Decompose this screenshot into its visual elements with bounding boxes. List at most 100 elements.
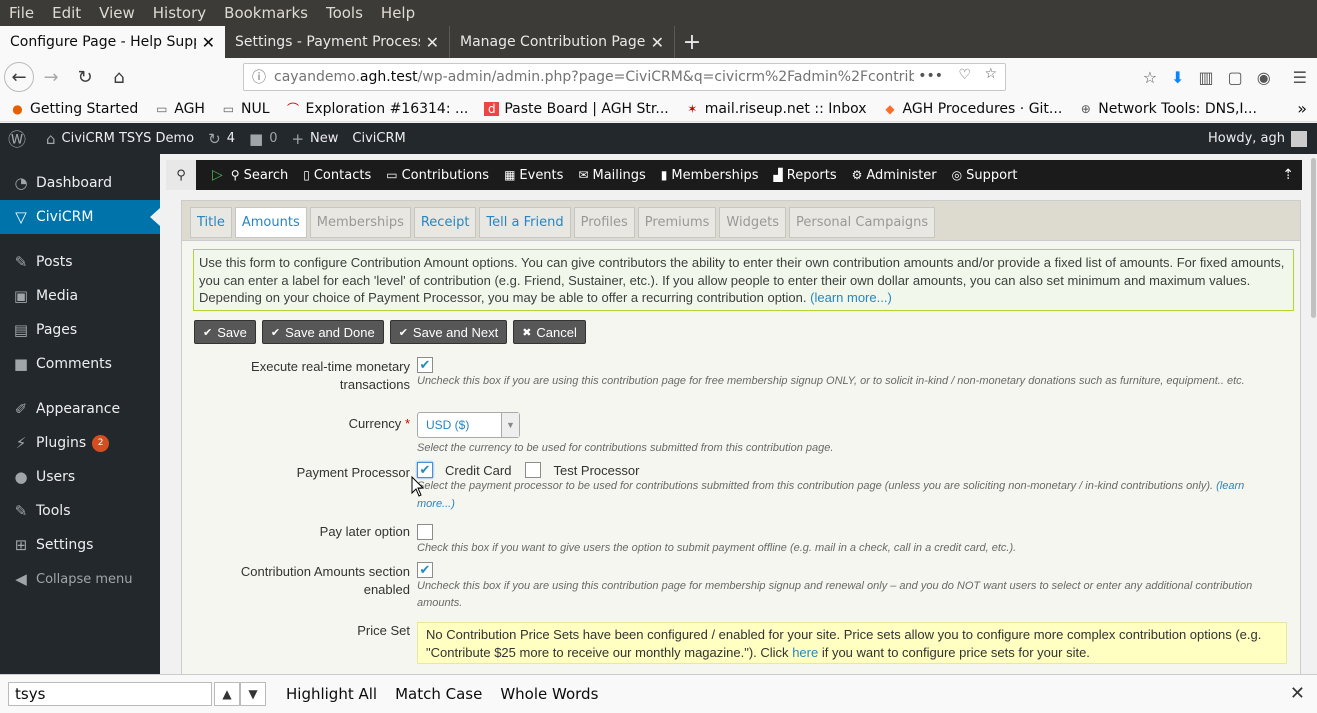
save-button[interactable]: ✔ Save xyxy=(194,320,256,344)
scrollbar-thumb[interactable] xyxy=(1311,158,1316,318)
bookmark-network-tools[interactable]: ⊕ Network Tools: DNS,I... xyxy=(1078,101,1257,117)
amounts-checkbox[interactable]: ✔ xyxy=(417,561,433,578)
reload-icon[interactable]: ↻ xyxy=(68,62,102,92)
nav-contacts[interactable]: ▯ Contacts xyxy=(303,168,371,183)
library-icon[interactable]: ▥ xyxy=(1198,68,1213,87)
civicrm-link[interactable]: CiviCRM xyxy=(352,131,405,146)
more-bookmarks-icon[interactable]: » xyxy=(1297,99,1307,118)
nav-mailings[interactable]: ✉ Mailings xyxy=(578,168,645,183)
sidebar-toggle-icon[interactable]: ▢ xyxy=(1228,68,1243,87)
collapse-menu-button[interactable]: ◀ Collapse menu xyxy=(0,562,160,596)
new-content-link[interactable]: + New xyxy=(291,130,338,148)
nav-memberships[interactable]: ▮ Memberships xyxy=(661,168,759,183)
highlight-all-toggle[interactable]: Highlight All xyxy=(286,685,377,703)
sidebar-item-pages[interactable]: ▤ Pages xyxy=(0,313,160,347)
close-find-bar-icon[interactable]: ✕ xyxy=(1290,683,1305,704)
sidebar-item-civicrm[interactable]: ▽ CiviCRM xyxy=(0,200,160,234)
download-icon[interactable]: ⬇ xyxy=(1171,68,1184,87)
civicrm-icon: ▽ xyxy=(15,208,27,226)
nav-administer[interactable]: ⚙ Administer xyxy=(852,168,937,183)
home-icon[interactable]: ⌂ xyxy=(102,62,136,92)
site-name-link[interactable]: ⌂ CiviCRM TSYS Demo xyxy=(46,130,194,148)
menu-view[interactable]: View xyxy=(90,4,144,22)
pin-toggle-icon[interactable]: ⇡ xyxy=(1282,167,1294,183)
sidebar-item-settings[interactable]: ⊞ Settings xyxy=(0,528,160,562)
help-learn-more-link[interactable]: (learn more...) xyxy=(810,290,892,305)
tab-title[interactable]: Title xyxy=(190,207,232,238)
currency-select[interactable]: USD ($) ▼ xyxy=(417,412,520,438)
menu-file[interactable]: File xyxy=(0,4,43,22)
sidebar-item-posts[interactable]: ✎ Posts xyxy=(0,245,160,279)
bookmark-nul[interactable]: ▭ NUL xyxy=(221,101,270,117)
updates-link[interactable]: ↻ 4 xyxy=(208,130,235,148)
close-tab-icon[interactable]: ✕ xyxy=(651,33,664,52)
cancel-button[interactable]: ✖ Cancel xyxy=(513,320,586,344)
sidebar-item-plugins[interactable]: ⚡ Plugins 2 xyxy=(0,426,160,460)
plugin-icon: ⚡ xyxy=(15,434,27,452)
wordpress-logo-icon[interactable]: Ⓦ xyxy=(8,126,32,152)
civicrm-logo-icon[interactable]: ▷ xyxy=(212,167,223,183)
paylater-checkbox[interactable] xyxy=(417,523,433,540)
sidebar-item-comments[interactable]: ■ Comments xyxy=(0,347,160,381)
bookmark-agh[interactable]: ▭ AGH xyxy=(154,101,205,117)
browser-tab-settings[interactable]: Settings - Payment Processo ✕ xyxy=(225,26,450,58)
priceset-notice: No Contribution Price Sets have been con… xyxy=(417,622,1287,664)
nav-events[interactable]: ▦ Events xyxy=(504,168,563,183)
tab-receipt[interactable]: Receipt xyxy=(413,207,477,238)
new-tab-icon[interactable]: + xyxy=(675,26,709,58)
comments-link[interactable]: ■ 0 xyxy=(249,130,277,148)
url-bar[interactable]: ⓘ cayandemo. agh.test/wp-admin/admin.php?… xyxy=(243,63,1006,91)
bookmark-riseup[interactable]: ✶ mail.riseup.net :: Inbox xyxy=(685,101,866,117)
menu-history[interactable]: History xyxy=(144,4,215,22)
find-input[interactable]: tsys xyxy=(8,682,212,706)
menu-edit[interactable]: Edit xyxy=(43,4,90,22)
tab-tell-a-friend[interactable]: Tell a Friend xyxy=(479,207,571,238)
tab-amounts[interactable]: Amounts xyxy=(234,207,307,238)
bookmark-getting-started[interactable]: ● Getting Started xyxy=(10,101,138,117)
processor-test-checkbox[interactable] xyxy=(525,462,542,478)
tab-personal-campaigns: Personal Campaigns xyxy=(788,207,936,238)
nav-search[interactable]: ⚲ Search xyxy=(231,168,288,183)
pocket-icon[interactable]: ♡ xyxy=(958,67,971,83)
nav-contributions[interactable]: ▭ Contributions xyxy=(386,168,489,183)
sidebar-item-dashboard[interactable]: ◔ Dashboard xyxy=(0,166,160,200)
save-and-next-button[interactable]: ✔ Save and Next xyxy=(389,320,508,344)
account-icon[interactable]: ◉ xyxy=(1257,68,1271,87)
bookmark-exploration[interactable]: ⌒ Exploration #16314: ... xyxy=(286,101,468,117)
forward-icon[interactable]: → xyxy=(34,62,68,92)
bookmark-star-icon[interactable]: ☆ xyxy=(984,66,997,82)
find-next-icon[interactable]: ▼ xyxy=(240,682,266,706)
whole-words-toggle[interactable]: Whole Words xyxy=(500,685,598,703)
close-tab-icon[interactable]: ✕ xyxy=(202,33,215,52)
menu-tools[interactable]: Tools xyxy=(317,4,372,22)
sidebar-item-users[interactable]: ● Users xyxy=(0,460,160,494)
page-actions-icon[interactable]: ••• xyxy=(914,68,943,84)
user-menu[interactable]: Howdy, agh xyxy=(1208,123,1307,154)
browser-tab-manage[interactable]: Manage Contribution Pages ✕ xyxy=(450,26,675,58)
new-label: New xyxy=(310,131,339,146)
sidebar-item-appearance[interactable]: ✐ Appearance xyxy=(0,392,160,426)
realtime-checkbox[interactable]: ✔ xyxy=(417,356,433,373)
back-icon[interactable]: ← xyxy=(4,62,34,92)
match-case-toggle[interactable]: Match Case xyxy=(395,685,482,703)
save-label: Save xyxy=(217,324,247,340)
bookmark-paste-board[interactable]: d Paste Board | AGH Str... xyxy=(484,101,669,117)
page-scrollbar[interactable] xyxy=(1310,154,1317,674)
reading-list-icon[interactable]: ☆ xyxy=(1143,68,1157,87)
currency-desc: Select the currency to be used for contr… xyxy=(417,442,834,454)
sidebar-item-media[interactable]: ▣ Media xyxy=(0,279,160,313)
bookmark-agh-procedures[interactable]: ◆ AGH Procedures · Git... xyxy=(883,101,1062,117)
browser-tab-configure[interactable]: Configure Page - Help Supp ✕ xyxy=(0,26,225,58)
menu-bookmarks[interactable]: Bookmarks xyxy=(215,4,317,22)
save-and-done-button[interactable]: ✔ Save and Done xyxy=(261,320,384,344)
nav-reports[interactable]: ▟ Reports xyxy=(774,168,837,183)
priceset-here-link[interactable]: here xyxy=(792,645,818,660)
nav-support[interactable]: ◎ Support xyxy=(952,168,1018,183)
find-previous-icon[interactable]: ▲ xyxy=(214,682,240,706)
quicksearch-icon[interactable]: ⚲ xyxy=(166,160,196,190)
hamburger-menu-icon[interactable]: ☰ xyxy=(1293,68,1307,87)
info-icon[interactable]: ⓘ xyxy=(252,67,266,87)
menu-help[interactable]: Help xyxy=(372,4,424,22)
sidebar-item-tools[interactable]: ✎ Tools xyxy=(0,494,160,528)
close-tab-icon[interactable]: ✕ xyxy=(426,33,439,52)
